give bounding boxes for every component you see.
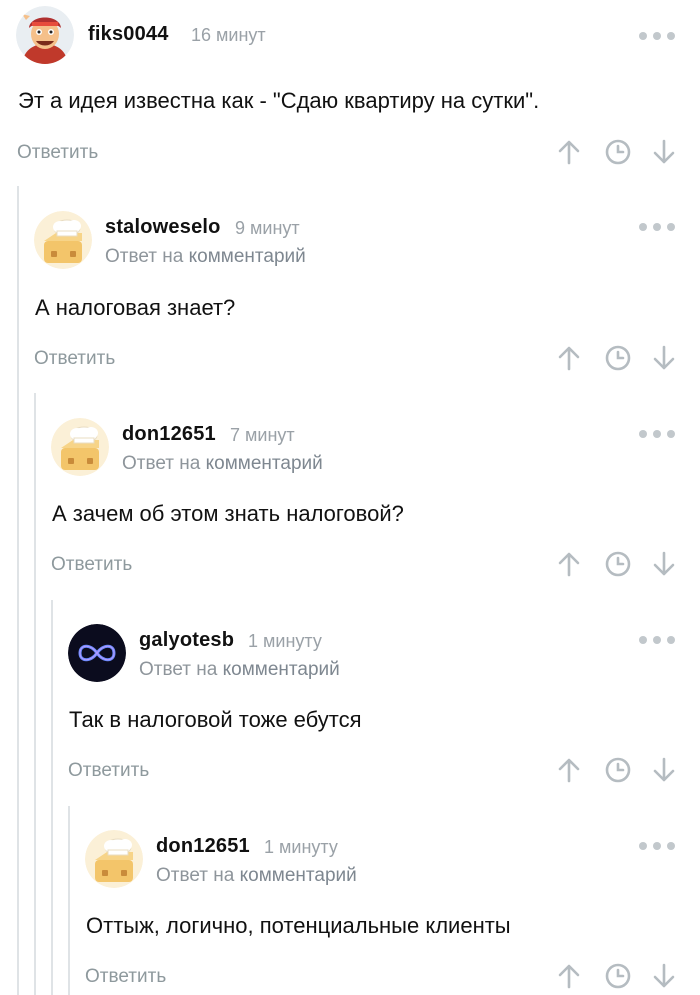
reply-to-link[interactable]: комментарий [223, 659, 340, 680]
clock-icon[interactable] [604, 344, 632, 372]
chef-hat-avatar-icon [85, 830, 143, 888]
reply-to-link[interactable]: комментарий [206, 453, 323, 474]
reply-to: Ответ на комментарий [105, 246, 306, 268]
author-name[interactable]: don12651 [156, 835, 250, 858]
arrow-down-icon[interactable] [650, 344, 678, 372]
clock-icon[interactable] [604, 138, 632, 166]
thread-line-4 [68, 806, 70, 995]
cartoon-man-avatar-icon [16, 6, 74, 64]
thread-line-2 [34, 393, 36, 995]
reply-button[interactable]: Ответить [34, 348, 115, 370]
avatar[interactable] [34, 211, 92, 269]
author-name[interactable]: fiks0044 [88, 23, 169, 46]
thread-line-1 [17, 186, 19, 995]
reply-button[interactable]: Ответить [68, 760, 149, 782]
arrow-up-icon[interactable] [555, 962, 583, 990]
more-dots-icon[interactable] [638, 222, 676, 232]
comment-text: Оттыж, логично, потенциальные клиенты [86, 913, 511, 938]
clock-icon[interactable] [604, 550, 632, 578]
clock-icon[interactable] [604, 756, 632, 784]
avatar[interactable] [16, 6, 74, 64]
arrow-down-icon[interactable] [650, 962, 678, 990]
comment-time: 16 минут [191, 25, 266, 45]
author-name[interactable]: staloweselo [105, 216, 221, 239]
thread-line-3 [51, 600, 53, 995]
arrow-down-icon[interactable] [650, 756, 678, 784]
avatar[interactable] [85, 830, 143, 888]
comment-time: 7 минут [230, 425, 295, 445]
reply-to-link[interactable]: комментарий [240, 865, 357, 886]
arrow-up-icon[interactable] [555, 550, 583, 578]
reply-to-link[interactable]: комментарий [189, 246, 306, 267]
comment-text: А налоговая знает? [35, 295, 236, 320]
reply-to-prefix: Ответ на [156, 865, 235, 886]
avatar[interactable] [51, 418, 109, 476]
arrow-down-icon[interactable] [650, 550, 678, 578]
reply-to: Ответ на комментарий [122, 453, 323, 475]
arrow-up-icon[interactable] [555, 344, 583, 372]
more-dots-icon[interactable] [638, 31, 676, 41]
more-dots-icon[interactable] [638, 429, 676, 439]
comment-text: Эт а идея известна как - "Сдаю квартиру … [18, 88, 540, 113]
reply-button[interactable]: Ответить [17, 142, 98, 164]
avatar[interactable] [68, 624, 126, 682]
comment-time: 1 минуту [264, 837, 338, 857]
chef-hat-avatar-icon [34, 211, 92, 269]
comment-text: А зачем об этом знать налоговой? [52, 501, 404, 526]
reply-button[interactable]: Ответить [51, 554, 132, 576]
reply-button[interactable]: Ответить [85, 966, 166, 988]
reply-to-prefix: Ответ на [139, 659, 218, 680]
arrow-up-icon[interactable] [555, 756, 583, 784]
comment-time: 9 минут [235, 218, 300, 238]
reply-to: Ответ на комментарий [156, 865, 357, 887]
arrow-down-icon[interactable] [650, 138, 678, 166]
clock-icon[interactable] [604, 962, 632, 990]
reply-to-prefix: Ответ на [105, 246, 184, 267]
comment-text: Так в налоговой тоже ебутся [69, 707, 362, 732]
arrow-up-icon[interactable] [555, 138, 583, 166]
reply-to-prefix: Ответ на [122, 453, 201, 474]
more-dots-icon[interactable] [638, 841, 676, 851]
infinity-avatar-icon [68, 624, 126, 682]
reply-to: Ответ на комментарий [139, 659, 340, 681]
author-name[interactable]: don12651 [122, 423, 216, 446]
chef-hat-avatar-icon [51, 418, 109, 476]
comment-time: 1 минуту [248, 631, 322, 651]
author-name[interactable]: galyotesb [139, 629, 234, 652]
more-dots-icon[interactable] [638, 635, 676, 645]
